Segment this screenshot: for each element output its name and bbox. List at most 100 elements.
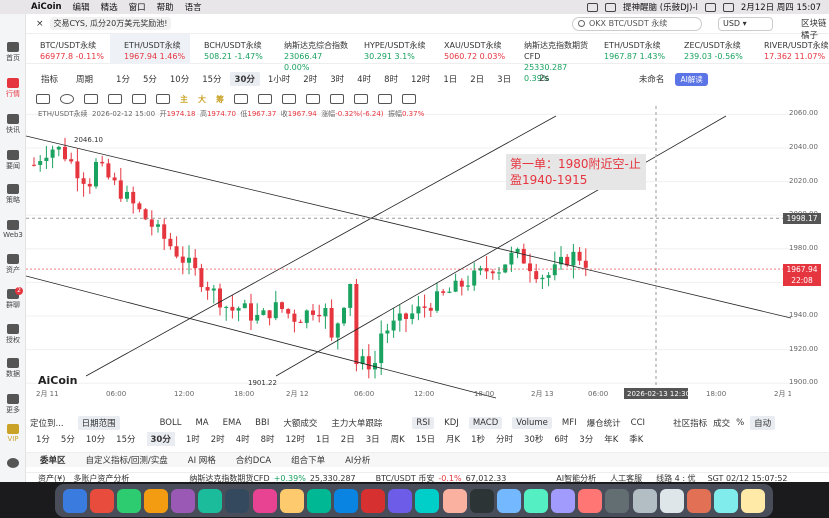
- timeframe-2[interactable]: 10分: [165, 72, 194, 86]
- dock-app-icon[interactable]: [89, 488, 114, 513]
- main-indicator-0[interactable]: BOLL: [160, 418, 182, 428]
- chip-toggle[interactable]: 筹: [216, 94, 224, 105]
- sidebar-item-more[interactable]: 更多: [0, 394, 26, 415]
- sidebar-item-market[interactable]: 行情: [0, 78, 26, 99]
- nav-0[interactable]: 定位到...: [30, 417, 64, 429]
- btc-label[interactable]: BTC/USDT 币安: [376, 473, 435, 484]
- nav-1[interactable]: 日期范围: [77, 416, 120, 430]
- ticker-item[interactable]: HYPE/USDT永续 30.291 3.1%: [350, 34, 430, 64]
- ai-service[interactable]: AI智能分析: [556, 473, 596, 484]
- bottom-timeframe-3[interactable]: 15分: [116, 433, 135, 445]
- sidebar-item-chat[interactable]: 群聊 2: [0, 287, 26, 310]
- sidebar-item-settings[interactable]: [0, 458, 26, 469]
- redo-icon[interactable]: [402, 94, 416, 104]
- trash-tool-icon[interactable]: [354, 94, 368, 104]
- sidebar-item-articles[interactable]: 要闻: [0, 150, 26, 171]
- dock-app-icon[interactable]: [361, 488, 386, 513]
- bottom-timeframe-18[interactable]: 30秒: [524, 433, 543, 445]
- dock-app-icon[interactable]: [252, 488, 277, 513]
- menu-featured[interactable]: 精选: [101, 1, 118, 13]
- main-indicator-2[interactable]: EMA: [223, 418, 242, 428]
- main-indicator-3[interactable]: BBI: [255, 418, 269, 428]
- bottom-timeframe-17[interactable]: 分时: [496, 433, 513, 445]
- main-indicator-1[interactable]: MA: [195, 418, 208, 428]
- search-input[interactable]: OKX BTC/USDT 永续: [572, 17, 702, 31]
- dock-app-icon[interactable]: [713, 488, 738, 513]
- line-status[interactable]: 线路 4 : 优: [656, 473, 695, 484]
- indicator-button[interactable]: 指标: [36, 72, 63, 86]
- ticker-item[interactable]: RIVER/USDT永续 17.362 11.07%: [750, 34, 829, 64]
- channel-tool-icon[interactable]: [108, 94, 122, 104]
- right-option-2[interactable]: %: [736, 418, 744, 428]
- chart-svg[interactable]: 第一单：1980附近空-止盈1940-1915 2046.10 1901.22 AiC…: [26, 106, 791, 400]
- large-toggle[interactable]: 大: [198, 94, 206, 105]
- eye-tool-icon[interactable]: [330, 94, 344, 104]
- main-indicator-4[interactable]: 大额成交: [283, 417, 317, 429]
- bottom-timeframe-4[interactable]: 30分: [146, 432, 175, 446]
- sidebar-item-auth[interactable]: 授权: [0, 324, 26, 345]
- sub-indicator-3[interactable]: Volume: [512, 417, 552, 429]
- menubar-datetime[interactable]: 2月12日 周四 15:07: [741, 1, 821, 13]
- ticker-item[interactable]: BCH/USDT永续 508.21 -1.47%: [190, 34, 270, 64]
- bottom-tab-1[interactable]: 自定义指标/回测/实盘: [86, 454, 168, 466]
- timeframe-7[interactable]: 3时: [325, 72, 349, 86]
- dock-app-icon[interactable]: [279, 488, 304, 513]
- bottom-tab-5[interactable]: AI分析: [345, 454, 370, 466]
- dock-app-icon[interactable]: [62, 488, 87, 513]
- timeframe-4[interactable]: 30分: [229, 72, 260, 86]
- dock-app-icon[interactable]: [225, 488, 250, 513]
- bottom-timeframe-1[interactable]: 5分: [61, 433, 75, 445]
- sub-indicator-2[interactable]: MACD: [468, 417, 503, 429]
- dock-app-icon[interactable]: [496, 488, 521, 513]
- close-tab-icon[interactable]: ×: [36, 19, 44, 29]
- sidebar-item-asset[interactable]: 资产: [0, 254, 26, 275]
- right-option-3[interactable]: 自动: [750, 416, 776, 430]
- bottom-timeframe-9[interactable]: 12时: [286, 433, 305, 445]
- bottom-tab-3[interactable]: 合约DCA: [236, 454, 271, 466]
- account-analysis[interactable]: 多账户资产分析: [73, 473, 129, 484]
- sidebar-item-home[interactable]: 首页: [0, 42, 26, 63]
- dock-app-icon[interactable]: [469, 488, 494, 513]
- bottom-tab-2[interactable]: AI 网格: [188, 454, 216, 466]
- bottom-timeframe-11[interactable]: 2日: [341, 433, 355, 445]
- sub-indicator-1[interactable]: KDJ: [444, 418, 459, 428]
- dock-app-icon[interactable]: [198, 488, 223, 513]
- timeframe-12[interactable]: 2日: [465, 72, 489, 86]
- timeframe-10[interactable]: 12时: [406, 72, 435, 86]
- dock-app-icon[interactable]: [306, 488, 331, 513]
- bottom-tab-0[interactable]: 委单区: [40, 454, 66, 466]
- dock-app-icon[interactable]: [333, 488, 358, 513]
- main-indicator-5[interactable]: 主力大单跟踪: [331, 417, 382, 429]
- sidebar-item-web3[interactable]: Web3: [0, 220, 26, 239]
- menu-language[interactable]: 语言: [185, 1, 202, 13]
- dock-app-icon[interactable]: [605, 488, 630, 513]
- undo-icon[interactable]: [378, 94, 392, 104]
- bottom-timeframe-20[interactable]: 3分: [579, 433, 593, 445]
- bottom-timeframe-14[interactable]: 15日: [416, 433, 435, 445]
- menu-app[interactable]: AiCoin: [31, 2, 62, 12]
- dock-app-icon[interactable]: [686, 488, 711, 513]
- ai-interpret-button[interactable]: AI解读: [675, 72, 708, 86]
- ticker-item[interactable]: ETH/USDT永续 1967.87 1.43%: [590, 34, 670, 64]
- sub-indicator-6[interactable]: CCI: [631, 418, 645, 428]
- dock-app-icon[interactable]: [116, 488, 141, 513]
- bottom-timeframe-0[interactable]: 1分: [36, 433, 50, 445]
- ticker-item[interactable]: 纳斯达克综合指数 23066.47 0.00%: [270, 34, 350, 72]
- dock-app-icon[interactable]: [632, 488, 657, 513]
- bottom-timeframe-19[interactable]: 6时: [554, 433, 568, 445]
- seconds-button[interactable]: 2s: [534, 73, 554, 85]
- timeframe-1[interactable]: 5分: [138, 72, 162, 86]
- period-button[interactable]: 周期: [71, 72, 98, 86]
- bottom-timeframe-5[interactable]: 1时: [186, 433, 200, 445]
- timeframe-6[interactable]: 2时: [298, 72, 322, 86]
- bottom-timeframe-12[interactable]: 3日: [366, 433, 380, 445]
- right-option-1[interactable]: 成交: [713, 417, 730, 429]
- line-tool-icon[interactable]: [84, 94, 98, 104]
- bottom-timeframe-21[interactable]: 年K: [604, 433, 618, 445]
- bottom-timeframe-15[interactable]: 月K: [446, 433, 460, 445]
- brush-tool-icon[interactable]: [258, 94, 272, 104]
- ellipse-tool-icon[interactable]: [60, 94, 74, 104]
- bottom-timeframe-8[interactable]: 8时: [261, 433, 275, 445]
- currency-select[interactable]: USD ▾: [718, 17, 773, 31]
- dock-app-icon[interactable]: [659, 488, 684, 513]
